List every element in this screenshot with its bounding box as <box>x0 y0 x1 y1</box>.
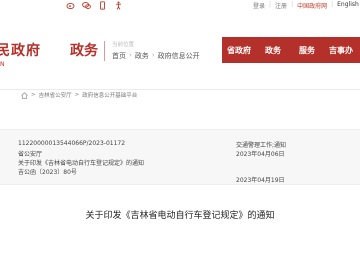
breadcrumb-police-dept[interactable]: 吉林省公安厅 <box>39 91 72 99</box>
category: 交通警理工作;通知 <box>236 142 287 149</box>
accessibility-icon[interactable] <box>114 1 123 10</box>
wechat-icon[interactable] <box>82 1 91 10</box>
english-link[interactable]: English <box>337 1 359 10</box>
gov-cn-link[interactable]: 中国政府网 <box>297 1 327 10</box>
document-title: 关于印发《吉林省电动自行车登记规定》的通知 <box>85 211 275 221</box>
document-info-table: 11220000013544066P/2023-01172 省公安厅 关于印发《… <box>0 129 360 185</box>
info-title: 关于印发《吉林省电动自行车登记规定》的通知 <box>18 160 145 167</box>
generation-date: 2023年04月06日 <box>236 151 285 158</box>
register-link[interactable]: 注册 <box>275 1 287 10</box>
breadcrumb-separator: > <box>74 92 80 98</box>
crumb-separator: › <box>129 51 132 59</box>
crumb-separator: › <box>151 51 155 59</box>
crumb-info-disclosure[interactable]: 政府信息公开 <box>158 51 200 61</box>
crumb-home[interactable]: 首页 <box>112 51 126 61</box>
top-links: 登录 | 注册 | 中国政府网 | English <box>253 1 359 10</box>
home-icon[interactable] <box>21 91 28 99</box>
header-divider-line <box>0 89 360 90</box>
main-nav: 省政府 政务 服务 吉事办 <box>222 37 360 63</box>
separator: | <box>331 1 334 8</box>
crumb-affairs[interactable]: 政务 <box>135 51 149 61</box>
header-breadcrumb: 首页 › 政务 › 政府信息公开 <box>112 51 200 61</box>
separator: | <box>269 1 272 8</box>
site-logo-text[interactable]: 民政府 <box>0 40 41 60</box>
breadcrumb-separator: > <box>31 92 36 98</box>
header-divider <box>104 41 105 61</box>
breadcrumb-platform[interactable]: 政府信息公开基础平台 <box>82 91 137 99</box>
site-logo-english: N <box>0 61 6 68</box>
separator: | <box>291 1 294 8</box>
nav-item-affairs[interactable]: 政务 <box>256 45 290 56</box>
login-link[interactable]: 登录 <box>253 1 265 10</box>
index-number: 11220000013544066P/2023-01172 <box>18 140 126 147</box>
site-header: 民政府 N 政务 当前位置 首页 › 政务 › 政府信息公开 省政府 政务 服务… <box>0 25 360 75</box>
top-utility-bar: 登录 | 注册 | 中国政府网 | English <box>0 0 360 12</box>
section-title: 政务 <box>70 43 98 59</box>
nav-item-province-gov[interactable]: 省政府 <box>222 45 256 56</box>
mobile-icon[interactable] <box>98 1 107 10</box>
nav-item-services[interactable]: 服务 <box>290 45 324 56</box>
page-breadcrumb: > 吉林省公安厅 > 政府信息公开基础平台 <box>21 91 137 99</box>
location-label: 当前位置 <box>112 42 135 48</box>
document-number: 吉公函〔2023〕80号 <box>18 169 77 176</box>
nav-item-jishiban[interactable]: 吉事办 <box>324 45 358 56</box>
publish-date: 2023年04月19日 <box>236 177 285 184</box>
social-icons <box>66 1 123 10</box>
publisher: 省公安厅 <box>18 151 43 158</box>
weibo-icon[interactable] <box>66 1 75 10</box>
